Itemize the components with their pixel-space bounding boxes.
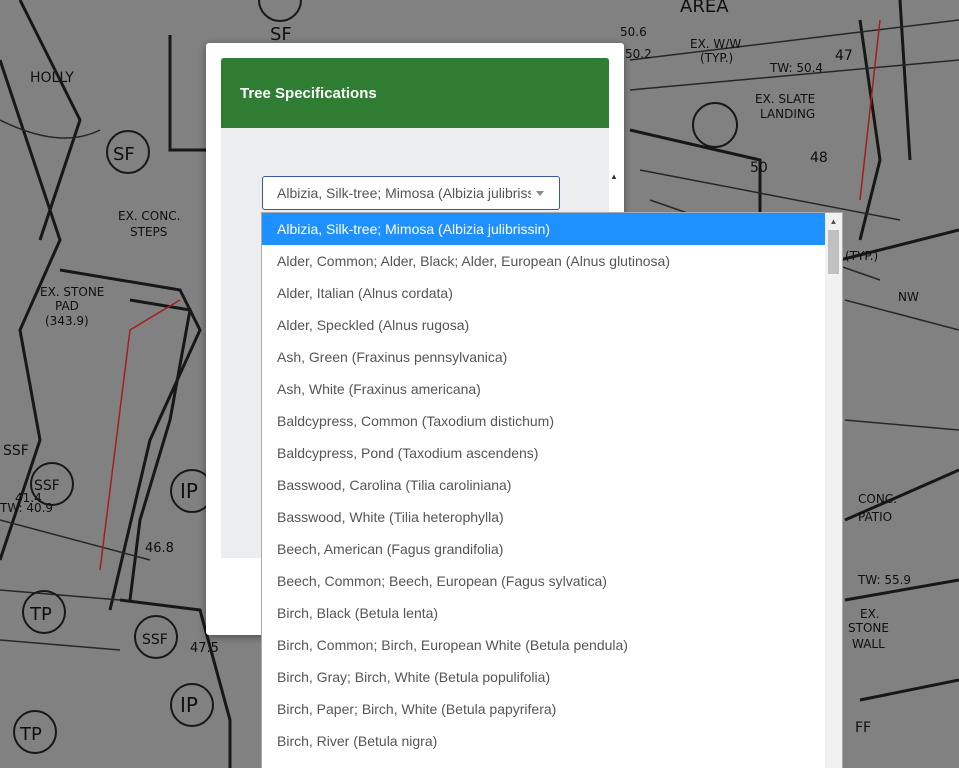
dropdown-option[interactable]: Baldcypress, Common (Taxodium distichum): [262, 405, 826, 437]
dropdown-option[interactable]: Birch, Common; Birch, European White (Be…: [262, 629, 826, 661]
dropdown-option[interactable]: Basswood, Carolina (Tilia caroliniana): [262, 469, 826, 501]
dropdown-option[interactable]: Ash, Green (Fraxinus pennsylvanica): [262, 341, 826, 373]
dropdown-option[interactable]: Baldcypress, Pond (Taxodium ascendens): [262, 437, 826, 469]
dropdown-option[interactable]: Alder, Speckled (Alnus rugosa): [262, 309, 826, 341]
panel-header: Tree Specifications: [221, 58, 609, 128]
dropdown-option[interactable]: Birch, Black (Betula lenta): [262, 597, 826, 629]
chevron-down-icon: [536, 191, 544, 196]
dropdown-option[interactable]: Birch, Paper; Birch, White (Betula papyr…: [262, 693, 826, 725]
tree-species-options: Albizia, Silk-tree; Mimosa (Albizia juli…: [262, 213, 826, 757]
panel-title: Tree Specifications: [240, 84, 377, 102]
tree-species-dropdown: Albizia, Silk-tree; Mimosa (Albizia juli…: [261, 212, 843, 768]
scroll-up-arrow-icon[interactable]: ▲: [825, 213, 842, 230]
panel-scroll-up-icon[interactable]: ▲: [609, 172, 619, 182]
dropdown-scrollbar[interactable]: ▲: [825, 213, 842, 768]
dropdown-option[interactable]: Ash, White (Fraxinus americana): [262, 373, 826, 405]
dropdown-option[interactable]: Birch, River (Betula nigra): [262, 725, 826, 757]
dropdown-option[interactable]: Alder, Common; Alder, Black; Alder, Euro…: [262, 245, 826, 277]
scrollbar-thumb[interactable]: [828, 230, 839, 274]
dropdown-option[interactable]: Albizia, Silk-tree; Mimosa (Albizia juli…: [262, 213, 826, 245]
dropdown-option[interactable]: Beech, Common; Beech, European (Fagus sy…: [262, 565, 826, 597]
dropdown-option[interactable]: Alder, Italian (Alnus cordata): [262, 277, 826, 309]
dropdown-option[interactable]: Basswood, White (Tilia heterophylla): [262, 501, 826, 533]
tree-species-select[interactable]: Albizia, Silk-tree; Mimosa (Albizia juli…: [262, 176, 560, 210]
dropdown-option[interactable]: Beech, American (Fagus grandifolia): [262, 533, 826, 565]
tree-species-select-value: Albizia, Silk-tree; Mimosa (Albizia juli…: [277, 185, 531, 201]
dropdown-option[interactable]: Birch, Gray; Birch, White (Betula populi…: [262, 661, 826, 693]
